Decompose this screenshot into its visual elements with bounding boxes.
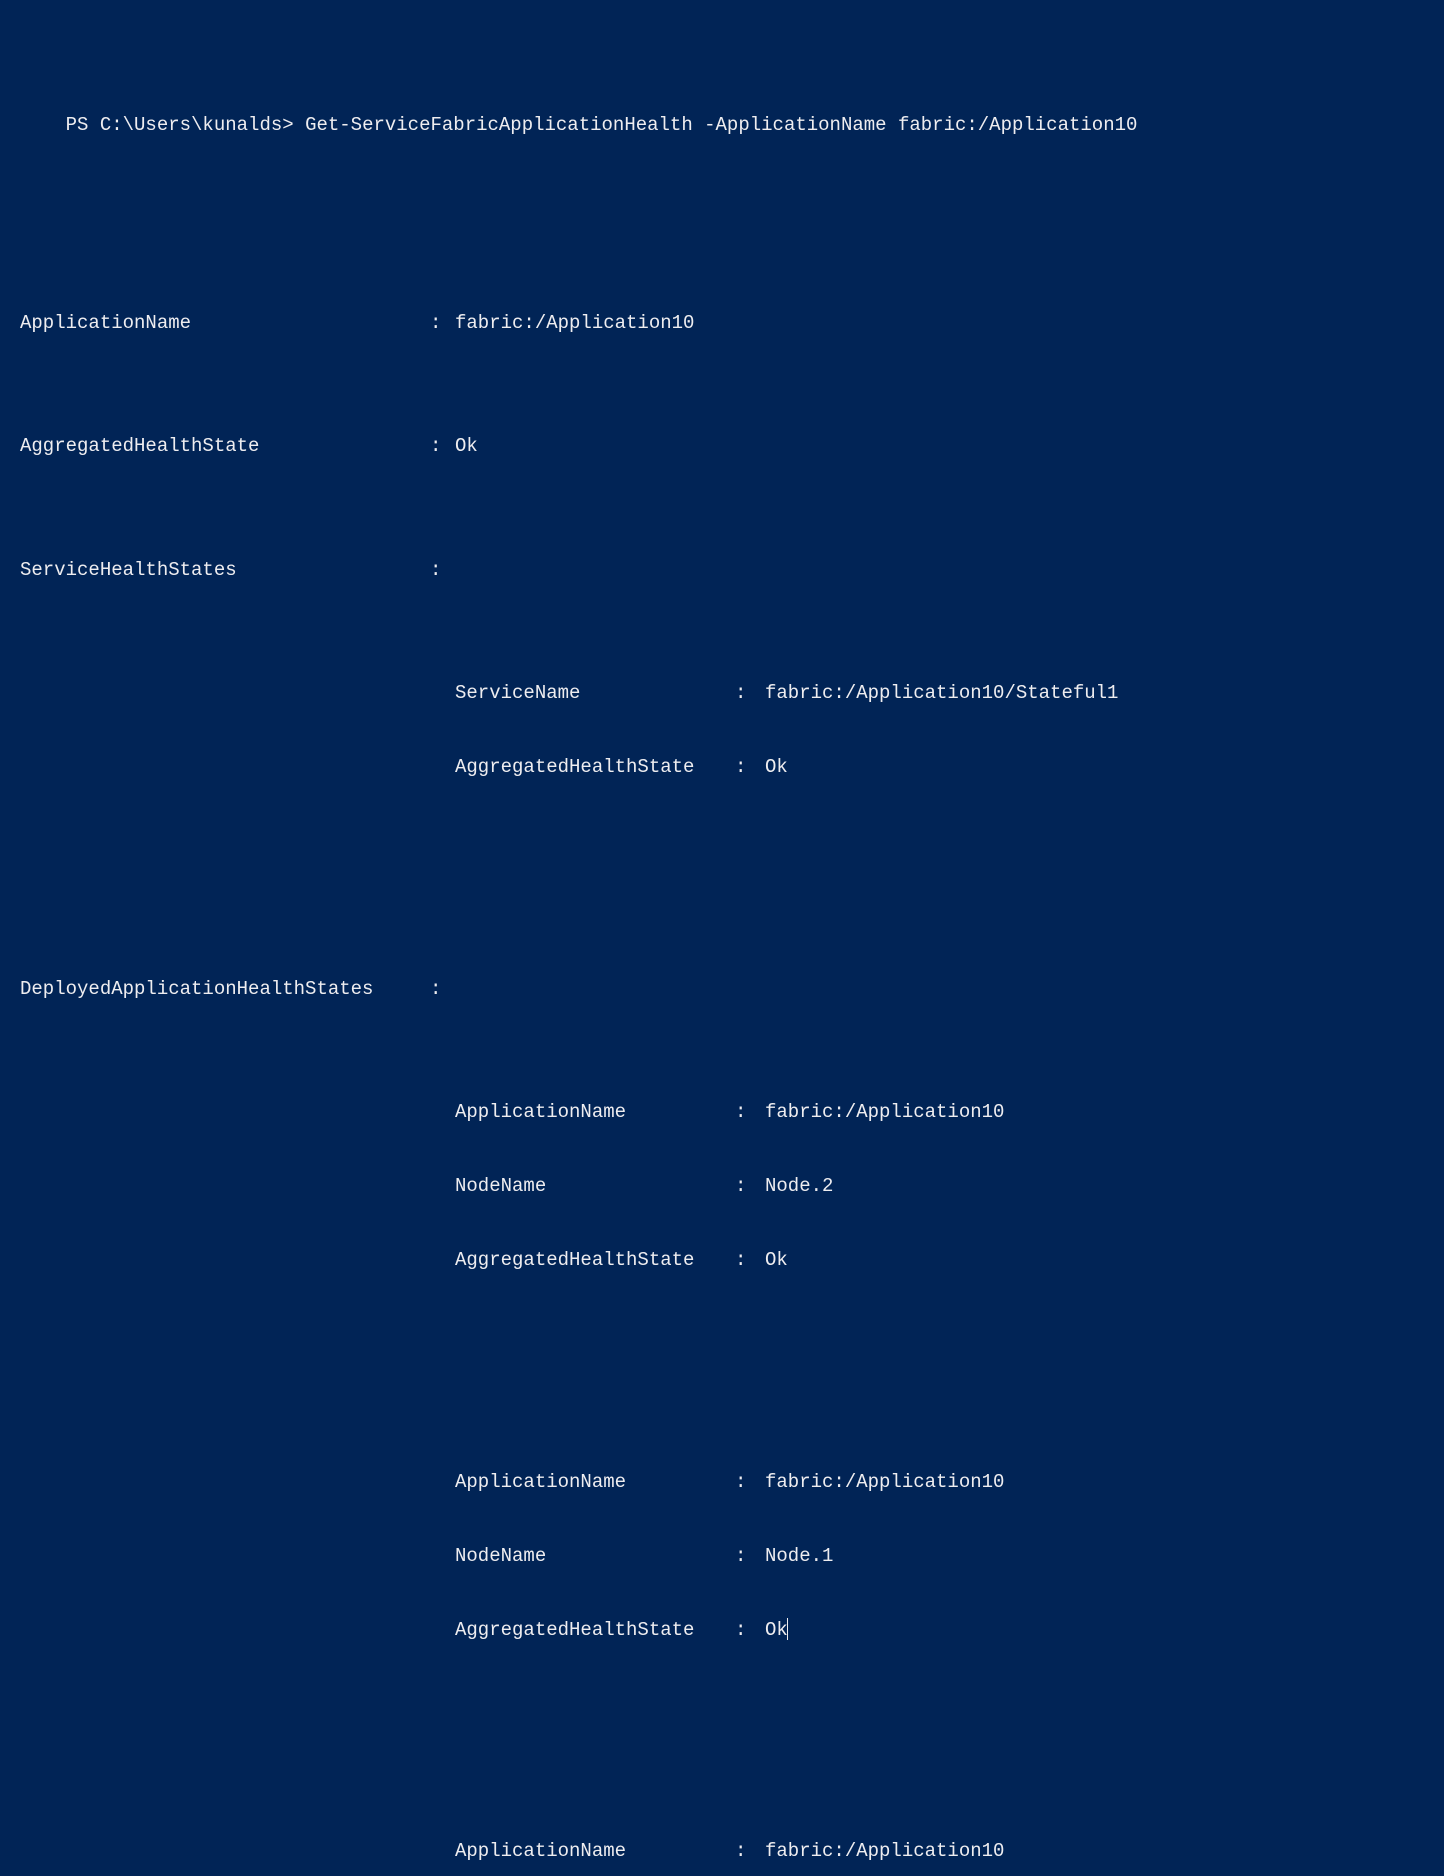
nested-value: Node.2: [765, 1174, 833, 1199]
powershell-terminal[interactable]: PS C:\Users\kunalds> Get-ServiceFabricAp…: [20, 14, 1424, 1876]
nested-label: AggregatedHealthState: [455, 755, 735, 780]
property-label: ApplicationName: [20, 311, 430, 336]
separator: :: [430, 434, 455, 459]
nested-value: fabric:/Application10: [765, 1100, 1004, 1125]
nested-row: AggregatedHealthState: Ok: [20, 755, 1424, 780]
nested-label: NodeName: [455, 1544, 735, 1569]
separator: :: [735, 1100, 765, 1125]
separator: :: [430, 311, 455, 336]
separator: :: [735, 1618, 765, 1643]
nested-row: ApplicationName: fabric:/Application10: [20, 1470, 1424, 1495]
nested-value: fabric:/Application10: [765, 1839, 1004, 1864]
property-value: fabric:/Application10: [455, 311, 694, 336]
nested-label: ServiceName: [455, 681, 735, 706]
separator: :: [735, 755, 765, 780]
property-value: Ok: [455, 434, 478, 459]
nested-value: Ok: [765, 1248, 788, 1273]
separator: :: [430, 558, 455, 583]
nested-value: fabric:/Application10: [765, 1470, 1004, 1495]
separator: :: [735, 1544, 765, 1569]
separator: :: [735, 681, 765, 706]
nested-value: Ok: [765, 1618, 788, 1643]
nested-label: ApplicationName: [455, 1100, 735, 1125]
nested-value: Node.1: [765, 1544, 833, 1569]
output-row: DeployedApplicationHealthStates:: [20, 977, 1424, 1002]
text-cursor: [787, 1618, 788, 1640]
nested-label: ApplicationName: [455, 1839, 735, 1864]
command-text: Get-ServiceFabricApplicationHealth -Appl…: [305, 114, 1137, 136]
separator: :: [735, 1470, 765, 1495]
property-label: DeployedApplicationHealthStates: [20, 977, 430, 1002]
separator: :: [735, 1174, 765, 1199]
property-label: AggregatedHealthState: [20, 434, 430, 459]
nested-value: Ok: [765, 755, 788, 780]
property-label: ServiceHealthStates: [20, 558, 430, 583]
nested-row: ApplicationName: fabric:/Application10: [20, 1839, 1424, 1864]
nested-row: ApplicationName: fabric:/Application10: [20, 1100, 1424, 1125]
prompt-prefix: PS C:\Users\kunalds>: [66, 114, 305, 136]
separator: :: [735, 1839, 765, 1864]
separator: :: [430, 977, 455, 1002]
nested-label: ApplicationName: [455, 1470, 735, 1495]
prompt-line: PS C:\Users\kunalds> Get-ServiceFabricAp…: [20, 88, 1424, 162]
separator: :: [735, 1248, 765, 1273]
nested-row: ServiceName: fabric:/Application10/State…: [20, 681, 1424, 706]
nested-row: AggregatedHealthState: Ok: [20, 1248, 1424, 1273]
nested-row: NodeName: Node.2: [20, 1174, 1424, 1199]
nested-label: AggregatedHealthState: [455, 1248, 735, 1273]
nested-value: fabric:/Application10/Stateful1: [765, 681, 1118, 706]
nested-label: AggregatedHealthState: [455, 1618, 735, 1643]
nested-label: NodeName: [455, 1174, 735, 1199]
nested-row: AggregatedHealthState: Ok: [20, 1618, 1424, 1643]
output-row: AggregatedHealthState: Ok: [20, 434, 1424, 459]
nested-row: NodeName: Node.1: [20, 1544, 1424, 1569]
output-row: ApplicationName: fabric:/Application10: [20, 311, 1424, 336]
output-row: ServiceHealthStates:: [20, 558, 1424, 583]
